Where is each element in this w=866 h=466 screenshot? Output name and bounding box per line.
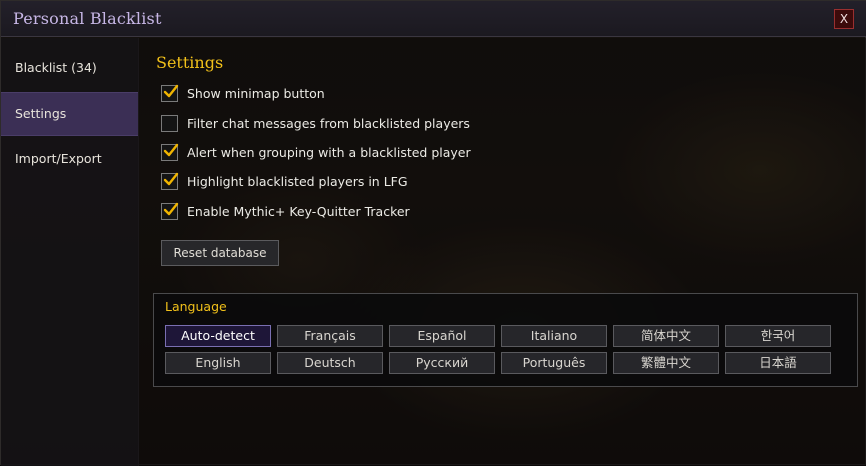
sidebar-item-blacklist[interactable]: Blacklist (34) (1, 47, 138, 91)
title-bar[interactable]: Personal Blacklist X (1, 1, 866, 37)
lang-spanish-button[interactable]: Español (389, 325, 495, 347)
lang-russian-button[interactable]: Русский (389, 352, 495, 374)
sidebar-item-label: Blacklist (34) (15, 60, 97, 75)
lang-korean-button[interactable]: 한국어 (725, 325, 831, 347)
lang-chinese-simplified-button[interactable]: 简体中文 (613, 325, 719, 347)
checkmark-icon (163, 202, 179, 216)
checkbox[interactable] (161, 143, 179, 161)
option-label: Alert when grouping with a blacklisted p… (187, 145, 471, 160)
option-label: Show minimap button (187, 86, 325, 101)
reset-database-button[interactable]: Reset database (161, 240, 279, 266)
option-highlight-lfg[interactable]: Highlight blacklisted players in LFG (161, 172, 581, 193)
lang-english-button[interactable]: English (165, 352, 271, 374)
sidebar-item-label: Import/Export (15, 151, 102, 166)
option-alert-grouping[interactable]: Alert when grouping with a blacklisted p… (161, 143, 581, 164)
sidebar: Blacklist (34) Settings Import/Export (1, 38, 139, 466)
checkmark-icon (163, 143, 179, 157)
window-title: Personal Blacklist (13, 9, 162, 28)
lang-auto-detect-button[interactable]: Auto-detect (165, 325, 271, 347)
option-key-quitter-tracker[interactable]: Enable Mythic+ Key-Quitter Tracker (161, 202, 581, 223)
lang-french-button[interactable]: Français (277, 325, 383, 347)
option-label: Enable Mythic+ Key-Quitter Tracker (187, 204, 410, 219)
lang-japanese-button[interactable]: 日本語 (725, 352, 831, 374)
option-label: Filter chat messages from blacklisted pl… (187, 116, 470, 131)
sidebar-item-import-export[interactable]: Import/Export (1, 138, 138, 182)
checkbox[interactable] (161, 202, 179, 220)
sidebar-item-label: Settings (15, 106, 67, 121)
language-title: Language (165, 299, 227, 314)
option-show-minimap[interactable]: Show minimap button (161, 84, 581, 105)
lang-italian-button[interactable]: Italiano (501, 325, 607, 347)
option-filter-chat[interactable]: Filter chat messages from blacklisted pl… (161, 115, 581, 135)
option-label: Highlight blacklisted players in LFG (187, 174, 408, 189)
close-button[interactable]: X (834, 9, 854, 29)
checkbox[interactable] (161, 84, 179, 102)
checkbox[interactable] (161, 115, 178, 132)
page-title: Settings (156, 53, 224, 72)
lang-german-button[interactable]: Deutsch (277, 352, 383, 374)
sidebar-item-settings[interactable]: Settings (1, 92, 138, 136)
addon-window: Personal Blacklist X Blacklist (34) Sett… (0, 0, 866, 466)
lang-portuguese-button[interactable]: Português (501, 352, 607, 374)
checkmark-icon (163, 84, 179, 98)
checkmark-icon (163, 172, 179, 186)
checkbox[interactable] (161, 172, 179, 190)
lang-chinese-traditional-button[interactable]: 繁體中文 (613, 352, 719, 374)
